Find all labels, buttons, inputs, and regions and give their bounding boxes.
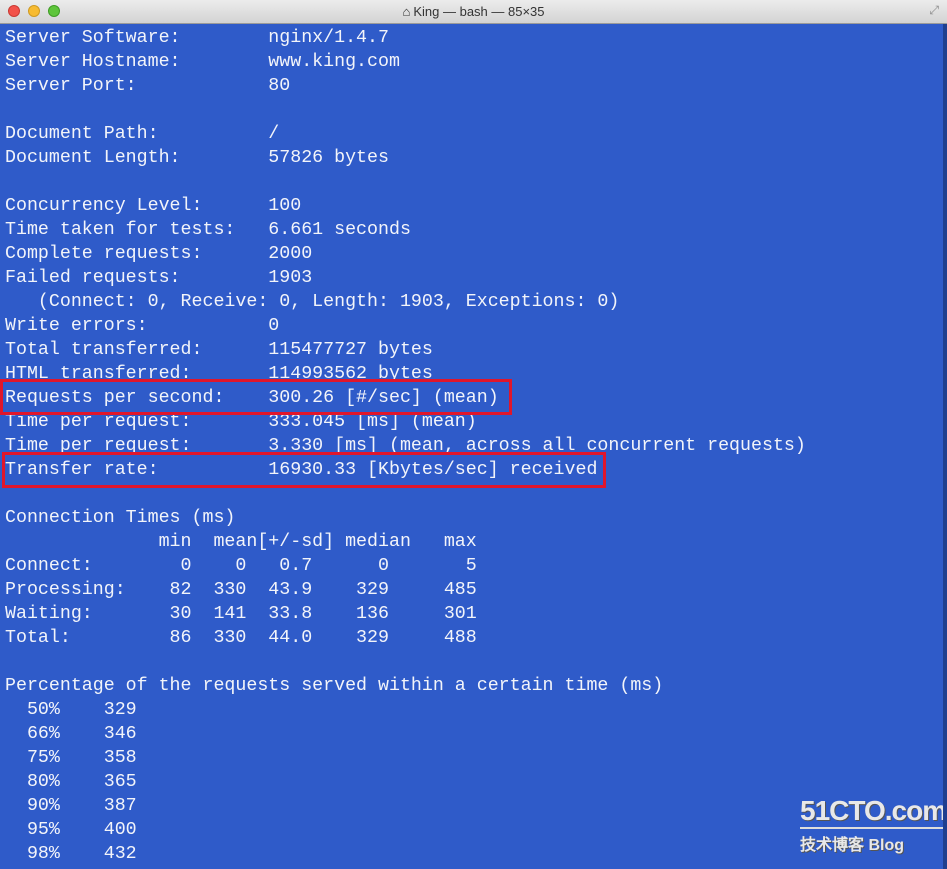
terminal-line: Server Hostname: www.king.com bbox=[5, 52, 400, 72]
watermark-line2: 技术博客 Blog bbox=[800, 837, 904, 854]
terminal-line: Failed requests: 1903 bbox=[5, 268, 313, 288]
terminal-line: min mean[+/-sd] median max bbox=[5, 532, 477, 552]
terminal-line: 66% 346 bbox=[5, 724, 137, 744]
terminal-line: Time taken for tests: 6.661 seconds bbox=[5, 220, 411, 240]
terminal-line: 90% 387 bbox=[5, 796, 137, 816]
fullscreen-icon[interactable]: ⤢ bbox=[929, 3, 939, 18]
terminal-line: Connect: 0 0 0.7 0 5 bbox=[5, 556, 477, 576]
terminal-line: Concurrency Level: 100 bbox=[5, 196, 302, 216]
terminal-line: Connection Times (ms) bbox=[5, 508, 236, 528]
home-icon: ⌂ bbox=[402, 4, 411, 19]
highlight-box-transfer-rate bbox=[2, 452, 606, 488]
terminal-line: Percentage of the requests served within… bbox=[5, 676, 664, 696]
terminal-line: Complete requests: 2000 bbox=[5, 244, 313, 264]
terminal-line: (Connect: 0, Receive: 0, Length: 1903, E… bbox=[5, 292, 620, 312]
window-titlebar: ⌂ King — bash — 85×35 ⤢ bbox=[0, 0, 947, 24]
terminal-line: 50% 329 bbox=[5, 700, 137, 720]
watermark-line1: 51CTO.com bbox=[800, 795, 947, 829]
terminal-line: 98% 432 bbox=[5, 844, 137, 864]
terminal-line: 75% 358 bbox=[5, 748, 137, 768]
scrollbar[interactable] bbox=[943, 24, 947, 869]
terminal-line: Document Path: / bbox=[5, 124, 280, 144]
terminal-line: Document Length: 57826 bytes bbox=[5, 148, 389, 168]
terminal-line: Total transferred: 115477727 bytes bbox=[5, 340, 433, 360]
terminal-line: Write errors: 0 bbox=[5, 316, 280, 336]
watermark-logo: 51CTO.com 技术博客 Blog bbox=[800, 795, 947, 855]
window-title-text: King — bash — 85×35 bbox=[413, 4, 545, 19]
terminal-output[interactable]: Server Software: nginx/1.4.7 Server Hostn… bbox=[5, 26, 806, 866]
terminal-line: 80% 365 bbox=[5, 772, 137, 792]
terminal-line: Processing: 82 330 43.9 329 485 bbox=[5, 580, 477, 600]
terminal-line: 95% 400 bbox=[5, 820, 137, 840]
terminal-line: Server Software: nginx/1.4.7 bbox=[5, 28, 389, 48]
terminal-line: Server Port: 80 bbox=[5, 76, 291, 96]
terminal-line: Total: 86 330 44.0 329 488 bbox=[5, 628, 477, 648]
window-title: ⌂ King — bash — 85×35 bbox=[0, 4, 947, 19]
terminal-line: Waiting: 30 141 33.8 136 301 bbox=[5, 604, 477, 624]
highlight-box-requests-per-second bbox=[0, 379, 512, 415]
